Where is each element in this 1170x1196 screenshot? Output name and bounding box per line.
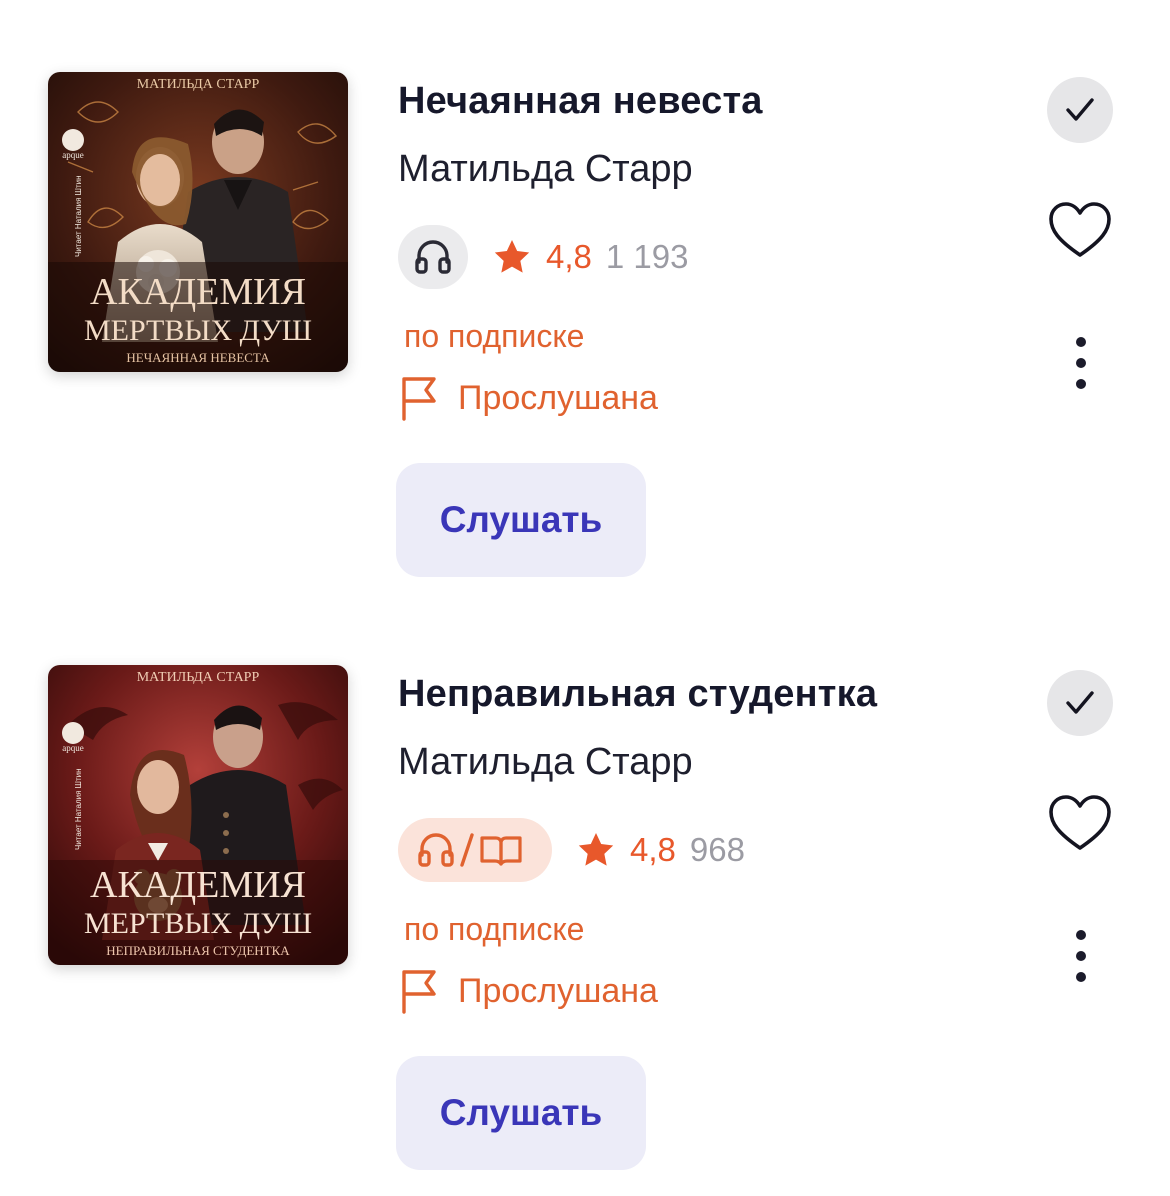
cover-series-title: АКАДЕМИЯ — [90, 864, 306, 906]
book-cover[interactable]: МАТИЛЬДА СТАРР АКАДЕМИЯ МЕРТВЫХ ДУШ НЕЧА… — [48, 72, 348, 372]
status: Прослушана — [400, 375, 658, 421]
star-icon — [578, 833, 614, 866]
subscription-label: по подписке — [404, 911, 585, 947]
status-label: Прослушана — [458, 378, 658, 417]
star-icon — [494, 240, 530, 273]
book-title[interactable]: Нечаянная невеста — [398, 80, 763, 123]
cover-subtitle: НЕПРАВИЛЬНАЯ СТУДЕНТКА — [106, 943, 290, 958]
cover-author-text: МАТИЛЬДА СТАРР — [137, 670, 260, 685]
cover-art: МАТИЛЬДА СТАРР АКАДЕМИЯ МЕРТВЫХ ДУШ НЕПР… — [48, 665, 348, 965]
check-icon — [1066, 98, 1094, 121]
book-author[interactable]: Матильда Старр — [398, 148, 693, 191]
listen-button[interactable]: Слушать — [396, 1056, 646, 1170]
cover-narrator: Читает Наталия Штин — [74, 768, 83, 850]
mark-finished-button[interactable] — [1047, 77, 1113, 143]
rating-count: 968 — [689, 831, 745, 868]
headphones-icon — [415, 240, 451, 274]
flag-icon — [402, 377, 436, 421]
status-label: Прослушана — [458, 971, 658, 1010]
subscription-label: по подписке — [404, 318, 585, 354]
cover-art: МАТИЛЬДА СТАРР АКАДЕМИЯ МЕРТВЫХ ДУШ НЕЧА… — [48, 72, 348, 372]
check-icon — [1066, 691, 1094, 714]
cover-publisher: apque — [62, 743, 84, 753]
cover-series-title-2: МЕРТВЫХ ДУШ — [84, 314, 312, 347]
format-badge — [398, 818, 552, 882]
heart-icon[interactable] — [1048, 793, 1112, 853]
book-item[interactable]: МАТИЛЬДА СТАРР АКАДЕМИЯ МЕРТВЫХ ДУШ НЕЧА… — [0, 0, 1170, 593]
rating-value: 4,8 — [546, 238, 592, 275]
more-options-icon[interactable] — [1068, 335, 1094, 391]
cover-series-title-2: МЕРТВЫХ ДУШ — [84, 907, 312, 940]
book-cover[interactable]: МАТИЛЬДА СТАРР АКАДЕМИЯ МЕРТВЫХ ДУШ НЕПР… — [48, 665, 348, 965]
publisher-logo-icon — [62, 722, 84, 744]
book-title[interactable]: Неправильная студентка — [398, 673, 877, 716]
cover-publisher: apque — [62, 150, 84, 160]
mark-finished-button[interactable] — [1047, 670, 1113, 736]
status: Прослушана — [400, 968, 658, 1014]
cover-narrator: Читает Наталия Штин — [74, 175, 83, 257]
rating-value: 4,8 — [630, 831, 676, 868]
book-list: МАТИЛЬДА СТАРР АКАДЕМИЯ МЕРТВЫХ ДУШ НЕЧА… — [0, 0, 1170, 1196]
book-item[interactable]: МАТИЛЬДА СТАРР АКАДЕМИЯ МЕРТВЫХ ДУШ НЕПР… — [0, 593, 1170, 1186]
publisher-logo-icon — [62, 129, 84, 151]
heart-icon[interactable] — [1048, 200, 1112, 260]
cover-author-text: МАТИЛЬДА СТАРР — [137, 77, 260, 92]
cover-subtitle: НЕЧАЯННАЯ НЕВЕСТА — [126, 350, 270, 365]
rating-count: 1 193 — [605, 238, 689, 275]
cover-series-title: АКАДЕМИЯ — [90, 271, 306, 313]
headphones-book-icon — [418, 833, 522, 867]
listen-button[interactable]: Слушать — [396, 463, 646, 577]
flag-icon — [402, 970, 436, 1014]
book-author[interactable]: Матильда Старр — [398, 741, 693, 784]
rating: 4,8 1 193 — [492, 236, 688, 278]
more-options-icon[interactable] — [1068, 928, 1094, 984]
rating: 4,8 968 — [576, 829, 745, 871]
format-badge — [398, 225, 468, 289]
